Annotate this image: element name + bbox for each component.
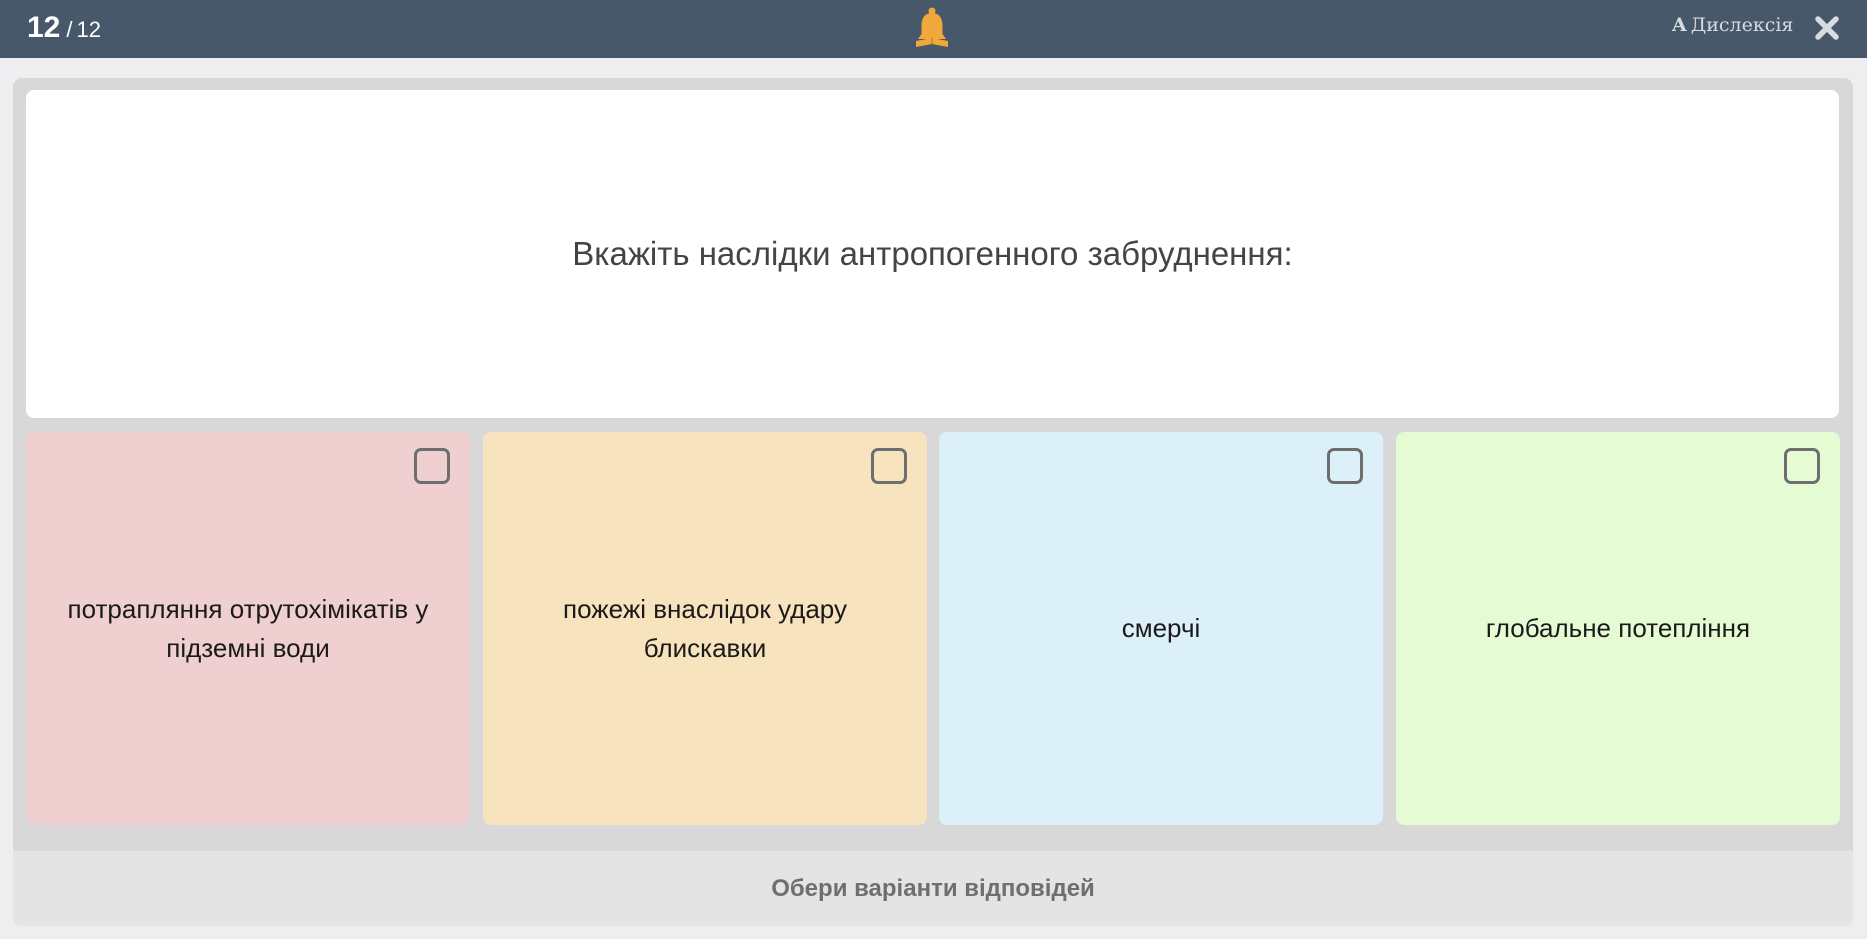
close-icon[interactable] — [1810, 11, 1844, 45]
answer-option-2[interactable]: пожежі внаслідок удару блискавки — [483, 432, 927, 825]
question-counter: 12/12 — [27, 8, 101, 50]
answer-checkbox[interactable] — [871, 448, 907, 484]
answer-text: глобальне потепління — [1485, 613, 1751, 643]
answer-option-1[interactable]: потрапляння отрутохімікатів у підземні в… — [26, 432, 470, 825]
answer-option-4[interactable]: глобальне потепління — [1396, 432, 1840, 825]
answer-text: смерчі — [1121, 613, 1201, 643]
answer-options: потрапляння отрутохімікатів у підземні в… — [26, 432, 1841, 825]
answer-text: пожежі внаслідок удару блискавки — [563, 593, 847, 663]
question-text: Вкажіть наслідки антропогенного забрудне… — [572, 235, 1293, 272]
current-question-number: 12 — [27, 11, 61, 44]
quiz-panel: Вкажіть наслідки антропогенного забрудне… — [13, 78, 1853, 926]
answer-prompt-bar: Обери варіанти відповідей — [13, 851, 1853, 926]
dyslexia-toggle[interactable]: A Дислексія — [1672, 14, 1793, 36]
answer-checkbox[interactable] — [1784, 448, 1820, 484]
answer-prompt-text: Обери варіанти відповідей — [771, 874, 1095, 902]
dyslexia-label: Дислексія — [1690, 14, 1794, 36]
dyslexia-a-mark: A — [1672, 14, 1687, 36]
answer-option-3[interactable]: смерчі — [939, 432, 1383, 825]
top-bar: 12/12 A Дислексія — [0, 0, 1867, 58]
question-card: Вкажіть наслідки антропогенного забрудне… — [26, 90, 1839, 418]
answer-text: потрапляння отрутохімікатів у підземні в… — [67, 593, 429, 663]
bell-book-icon — [913, 7, 951, 51]
counter-separator: / — [66, 17, 73, 42]
total-questions-number: 12 — [76, 17, 101, 42]
answer-checkbox[interactable] — [414, 448, 450, 484]
answer-checkbox[interactable] — [1327, 448, 1363, 484]
